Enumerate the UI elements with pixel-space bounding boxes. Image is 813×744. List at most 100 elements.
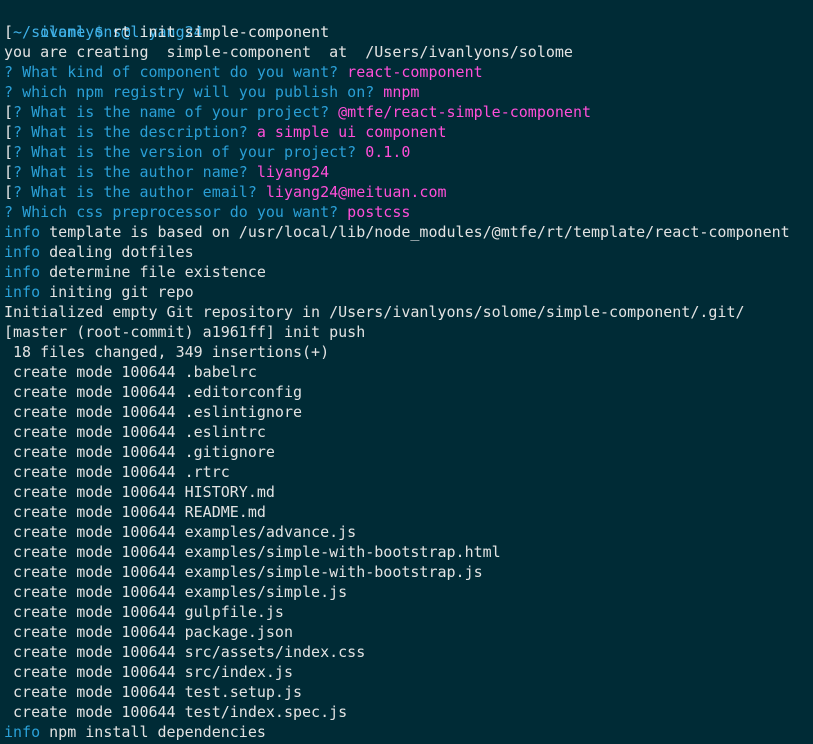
created-file-text: create mode 100644 examples/simple.js (4, 583, 348, 601)
created-file-text: create mode 100644 test.setup.js (4, 683, 303, 701)
created-file-line: create mode 100644 .eslintrc (0, 422, 813, 442)
question-line: ? which npm registry will you publish on… (0, 82, 813, 102)
info-line: info dealing dotfiles (0, 242, 813, 262)
created-file-text: create mode 100644 .babelrc (4, 363, 257, 381)
created-file-line: create mode 100644 examples/simple-with-… (0, 562, 813, 582)
created-file-line: create mode 100644 .gitignore (0, 442, 813, 462)
cwd-bracket: [ (4, 23, 14, 41)
created-file-text: create mode 100644 test/index.spec.js (4, 703, 348, 721)
question-line: [? What is the author name? liyang24 (0, 162, 813, 182)
prompt-user-host: ivanlyons@liyang24 (0, 2, 813, 41)
answer-text: liyang24@meituan.com (265, 183, 447, 201)
created-file-line: create mode 100644 src/assets/index.css (0, 642, 813, 662)
created-file-text: create mode 100644 examples/advance.js (4, 523, 357, 541)
created-files-list: create mode 100644 .babelrc create mode … (0, 362, 813, 722)
info-list: info template is based on /usr/local/lib… (0, 222, 813, 302)
question-line: ? Which css preprocessor do you want? po… (0, 202, 813, 222)
created-file-line: create mode 100644 gulpfile.js (0, 602, 813, 622)
created-file-line: create mode 100644 .babelrc (0, 362, 813, 382)
info-line: info determine file existence (0, 262, 813, 282)
question-text: which npm registry will you publish on? (22, 83, 375, 101)
terminal-window[interactable]: ivanlyons@liyang24 [~/solome $ rt init s… (0, 0, 813, 744)
question-line: [? What is the version of your project? … (0, 142, 813, 162)
question-prefix: ? (4, 83, 14, 101)
created-file-line: create mode 100644 .rtrc (0, 462, 813, 482)
created-file-text: create mode 100644 README.md (4, 503, 266, 521)
created-file-line: create mode 100644 README.md (0, 502, 813, 522)
cwd-text: ~/solome (13, 23, 86, 41)
answer-text: mnpm (383, 83, 420, 101)
created-file-line: create mode 100644 examples/simple-with-… (0, 542, 813, 562)
question-prefix: ? (13, 143, 23, 161)
created-file-text: create mode 100644 gulpfile.js (4, 603, 284, 621)
git-output-line: Initialized empty Git repository in /Use… (0, 302, 813, 322)
question-line: [? What is the description? a simple ui … (0, 122, 813, 142)
question-text: What is the description? (31, 123, 248, 141)
question-text: What is the version of your project? (31, 143, 357, 161)
creating-line: you are creating simple-component at /Us… (0, 42, 813, 62)
created-file-line: create mode 100644 examples/advance.js (0, 522, 813, 542)
final-info-line: info npm install dependencies (0, 722, 813, 742)
question-prefix: ? (4, 63, 14, 81)
git-output: Initialized empty Git repository in /Use… (0, 302, 813, 362)
info-tag: info (4, 243, 41, 261)
created-file-line: create mode 100644 .editorconfig (0, 382, 813, 402)
info-text: dealing dotfiles (49, 243, 194, 261)
command-text: rt init simple-component (112, 23, 330, 41)
question-prefix: ? (13, 163, 23, 181)
question-prefix: ? (13, 103, 23, 121)
question-list: ? What kind of component do you want? re… (0, 62, 813, 222)
created-file-text: create mode 100644 .eslintrc (4, 423, 266, 441)
line-bracket: [ (4, 103, 14, 121)
creating-text: you are creating simple-component at /Us… (4, 43, 573, 61)
created-file-line: create mode 100644 test/index.spec.js (0, 702, 813, 722)
git-output-line: [master (root-commit) a1961ff] init push (0, 322, 813, 342)
question-text: Which css preprocessor do you want? (22, 203, 339, 221)
question-text: What is the author name? (31, 163, 248, 181)
command-line: [~/solome $ rt init simple-component (0, 22, 813, 42)
created-file-text: create mode 100644 .editorconfig (4, 383, 303, 401)
created-file-text: create mode 100644 examples/simple-with-… (4, 543, 501, 561)
answer-text: liyang24 (256, 163, 330, 181)
git-output-text: Initialized empty Git repository in /Use… (4, 303, 745, 321)
line-bracket: [ (4, 123, 14, 141)
created-file-line: create mode 100644 .eslintignore (0, 402, 813, 422)
question-text: What is the name of your project? (31, 103, 330, 121)
info-text: determine file existence (49, 263, 266, 281)
question-text: What kind of component do you want? (22, 63, 339, 81)
prompt-symbol: $ (94, 23, 104, 41)
info-text: template is based on /usr/local/lib/node… (49, 223, 790, 241)
info-tag: info (4, 223, 41, 241)
line-bracket: [ (4, 163, 14, 181)
created-file-text: create mode 100644 examples/simple-with-… (4, 563, 483, 581)
answer-text: postcss (347, 203, 411, 221)
created-file-text: create mode 100644 .rtrc (4, 463, 230, 481)
question-line: [? What is the author email? liyang24@me… (0, 182, 813, 202)
created-file-line: create mode 100644 src/index.js (0, 662, 813, 682)
git-output-text: 18 files changed, 349 insertions(+) (4, 343, 330, 361)
answer-text: a simple ui component (256, 123, 447, 141)
question-line: [? What is the name of your project? @mt… (0, 102, 813, 122)
created-file-text: create mode 100644 .eslintignore (4, 403, 303, 421)
question-prefix: ? (4, 203, 14, 221)
line-bracket: [ (4, 143, 14, 161)
question-prefix: ? (13, 123, 23, 141)
info-text: npm install dependencies (49, 723, 266, 741)
created-file-text: create mode 100644 .gitignore (4, 443, 275, 461)
created-file-text: create mode 100644 src/index.js (4, 663, 293, 681)
info-line: info initing git repo (0, 282, 813, 302)
answer-text: 0.1.0 (365, 143, 411, 161)
created-file-line: create mode 100644 package.json (0, 622, 813, 642)
answer-text: react-component (347, 63, 483, 81)
created-file-text: create mode 100644 src/assets/index.css (4, 643, 366, 661)
line-bracket: [ (4, 183, 14, 201)
created-file-line: create mode 100644 examples/simple.js (0, 582, 813, 602)
created-file-text: create mode 100644 HISTORY.md (4, 483, 275, 501)
git-output-line: 18 files changed, 349 insertions(+) (0, 342, 813, 362)
info-text: initing git repo (49, 283, 194, 301)
info-tag: info (4, 283, 41, 301)
created-file-line: create mode 100644 HISTORY.md (0, 482, 813, 502)
question-prefix: ? (13, 183, 23, 201)
question-line: ? What kind of component do you want? re… (0, 62, 813, 82)
info-tag: info (4, 263, 41, 281)
